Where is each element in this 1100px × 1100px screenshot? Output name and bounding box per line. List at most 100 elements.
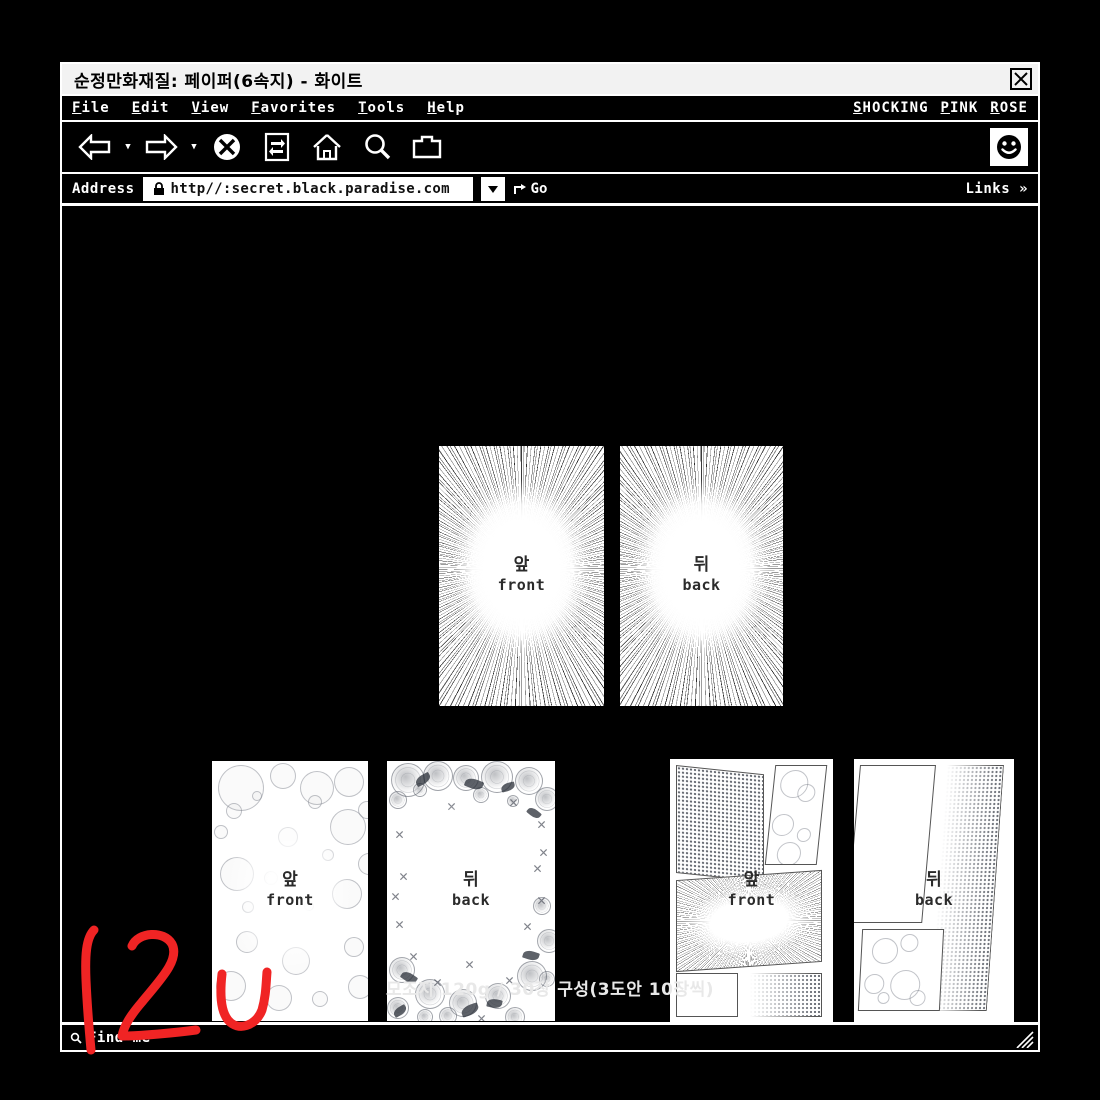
home-icon[interactable] — [304, 127, 350, 167]
title-bar: 순정만화재질: 페이퍼(6속지) - 화이트 — [62, 64, 1038, 96]
back-arrow-icon[interactable] — [72, 127, 118, 167]
menu-bar: File Edit View Favorites Tools Help SHOC… — [62, 96, 1038, 122]
leaf — [526, 805, 542, 821]
card-label-ko: 뒤 — [693, 555, 710, 575]
address-bar: Address http//:secret.black.paradise.com — [62, 174, 1038, 206]
refresh-icon[interactable] — [254, 127, 300, 167]
go-button[interactable]: Go — [513, 181, 547, 197]
find-icon — [70, 1032, 82, 1044]
status-text: Find me — [88, 1029, 151, 1046]
stop-icon[interactable] — [204, 127, 250, 167]
card-top-front[interactable]: 앞 front — [439, 446, 604, 706]
card-label-en: back — [451, 891, 491, 909]
menu-item-favorites[interactable]: Favorites — [251, 100, 336, 116]
menu-item-view[interactable]: View — [191, 100, 229, 116]
address-input[interactable]: http//:secret.black.paradise.com — [142, 176, 473, 201]
menu-label: elp — [436, 100, 465, 116]
sparkle: ✕ — [539, 843, 549, 861]
rose-flower — [453, 765, 479, 791]
menu-label: ile — [81, 100, 110, 116]
status-bar: Find me — [62, 1022, 1038, 1050]
bubble — [278, 827, 298, 847]
menu-label: ools — [367, 100, 406, 116]
forward-arrow-icon[interactable] — [138, 127, 184, 167]
rose-flower — [505, 1007, 525, 1021]
menu-accel: H — [427, 100, 437, 116]
bubble — [330, 809, 366, 845]
product-caption: 모조지 120g / 30장 구성(3도안 10장씩) — [385, 980, 715, 1000]
home-glyph — [313, 134, 341, 161]
card-label-en: front — [727, 891, 776, 909]
card-label-en: front — [497, 576, 546, 594]
menu-item-tools[interactable]: Tools — [358, 100, 405, 116]
card-top-back[interactable]: 뒤 back — [620, 446, 783, 706]
card-label: 뒤 back — [387, 865, 555, 909]
card-label: 앞 front — [670, 865, 833, 909]
rose-flower — [515, 767, 543, 795]
sparkle: ✕ — [409, 947, 419, 965]
brand-word-shocking[interactable]: SHOCKING — [853, 100, 928, 116]
forward-dropdown-caret-icon[interactable]: ▼ — [188, 142, 200, 152]
menu-accel: T — [358, 100, 368, 116]
resize-grip-icon[interactable] — [1013, 1028, 1035, 1048]
sparkle: ✕ — [447, 797, 457, 815]
links-button[interactable]: Links » — [965, 181, 1028, 197]
card-label-ko: 앞 — [743, 870, 760, 890]
menu-accel: E — [131, 100, 142, 116]
rose-flower — [439, 1007, 457, 1021]
card-label-ko: 앞 — [282, 870, 298, 890]
card-label: 앞 front — [439, 550, 604, 594]
card-label-ko: 앞 — [513, 555, 530, 575]
rose-flower — [417, 1009, 433, 1021]
bubble — [226, 803, 242, 819]
refresh-glyph — [264, 132, 290, 162]
menu-accel: F — [251, 100, 261, 116]
links-label: Links — [965, 180, 1011, 197]
menu-items: File Edit View Favorites Tools Help — [72, 100, 465, 116]
rose-flower — [413, 783, 427, 797]
bubble — [218, 765, 264, 811]
menu-item-help[interactable]: Help — [427, 100, 465, 116]
menu-label: dit — [141, 100, 170, 116]
panel-bubbles-upper-right — [764, 765, 828, 865]
brand-word-rose[interactable]: ROSE — [990, 100, 1028, 116]
go-arrow-icon — [513, 183, 526, 194]
search-icon[interactable] — [354, 127, 400, 167]
bubble — [300, 771, 334, 805]
chevron-down-icon[interactable] — [480, 176, 505, 201]
rose-flower — [535, 787, 555, 811]
rose-flower — [537, 929, 555, 953]
card-label-en: back — [682, 576, 721, 594]
bubble — [214, 825, 228, 839]
menu-item-edit[interactable]: Edit — [132, 100, 170, 116]
window-title: 순정만화재질: 페이퍼(6속지) - 화이트 — [74, 71, 363, 92]
sparkle: ✕ — [395, 915, 405, 933]
menu-item-file[interactable]: File — [72, 100, 110, 116]
chevron-down-glyph — [487, 185, 498, 193]
close-x-glyph — [1014, 72, 1028, 86]
sparkle: ✕ — [395, 825, 405, 843]
rose-flower — [389, 791, 407, 809]
rose-flower — [387, 997, 409, 1019]
bubble — [344, 937, 364, 957]
smiley-face-icon[interactable] — [990, 128, 1028, 166]
bubble — [236, 931, 258, 953]
forward-arrow-glyph — [145, 134, 178, 160]
close-icon[interactable] — [1010, 68, 1032, 90]
sparkle: ✕ — [537, 815, 547, 833]
sparkle: ✕ — [509, 793, 519, 811]
folder-icon[interactable] — [404, 127, 450, 167]
rose-flower — [473, 787, 489, 803]
menu-label: avorites — [260, 100, 337, 116]
rose-flower — [481, 761, 513, 793]
stop-glyph — [214, 134, 240, 160]
address-label: Address — [72, 180, 135, 197]
bubble — [322, 849, 334, 861]
card-label: 뒤 back — [854, 865, 1014, 909]
rose-flower — [507, 795, 519, 807]
bubble-fill — [766, 766, 826, 865]
back-dropdown-caret-icon[interactable]: ▼ — [122, 142, 134, 152]
brand-word-pink[interactable]: PINK — [941, 100, 979, 116]
back-arrow-glyph — [78, 134, 111, 160]
sparkle: ✕ — [523, 917, 533, 935]
